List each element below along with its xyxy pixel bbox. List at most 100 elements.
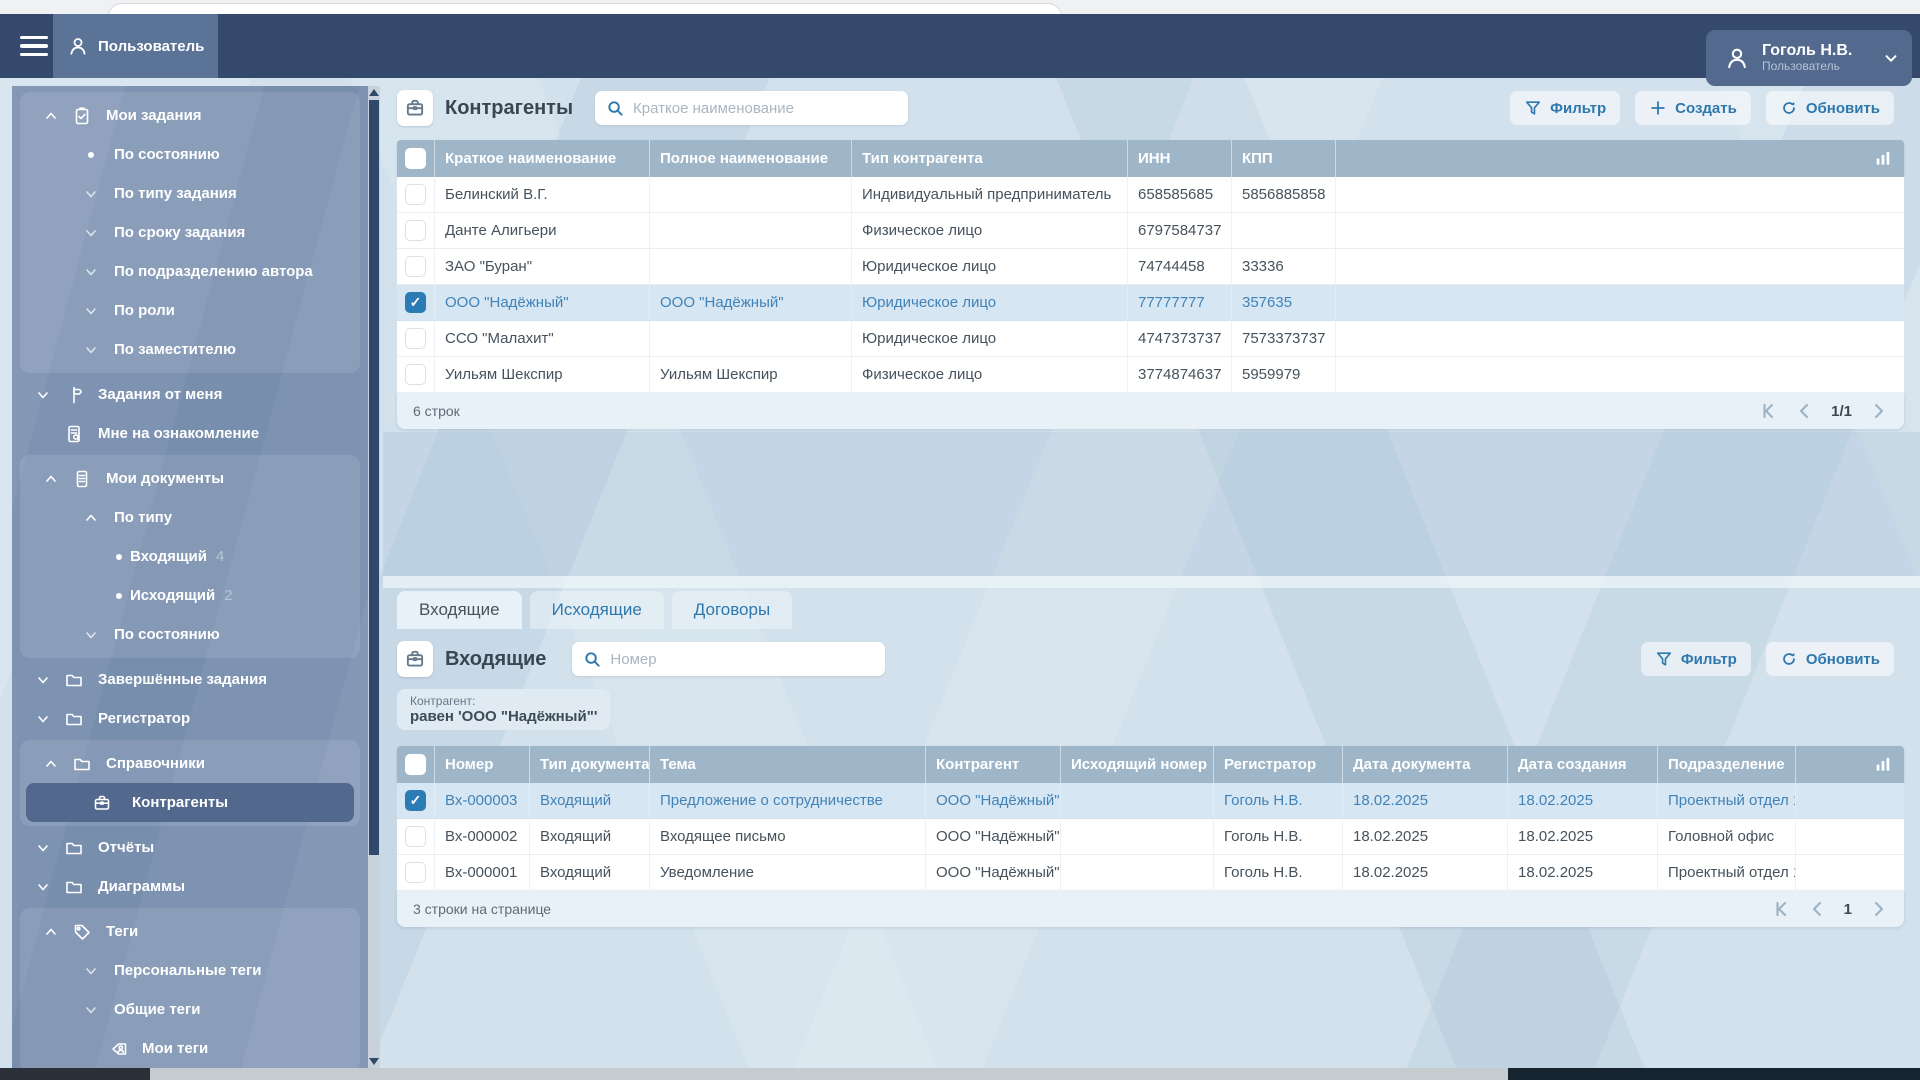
column-header[interactable]: Дата документа [1343, 746, 1508, 783]
filter-chip[interactable]: Контрагент: равен 'ООО "Надёжный"' [397, 689, 611, 730]
hamburger-menu-icon[interactable] [20, 31, 52, 61]
sidebar-item-docs-by-state[interactable]: По состоянию [20, 615, 360, 654]
sidebar-item-reports[interactable]: Отчёты [12, 828, 368, 867]
sidebar-item-by-task-type[interactable]: По типу задания [20, 174, 360, 213]
row-checkbox[interactable] [405, 256, 426, 277]
section-title: Входящие [445, 647, 547, 670]
chevron-down-icon [86, 307, 96, 314]
column-header[interactable]: Тип контрагента [852, 140, 1128, 177]
sidebar-item-by-state[interactable]: По состоянию [20, 135, 360, 174]
sidebar-item-for-my-review[interactable]: Мне на ознакомление [12, 414, 368, 453]
table-row[interactable]: Вх-000002 Входящий Входящее письмо ООО "… [397, 819, 1904, 855]
row-checkbox[interactable] [405, 328, 426, 349]
folder-icon [66, 674, 82, 686]
column-header[interactable]: Исходящий номер [1061, 746, 1214, 783]
columns-settings-icon[interactable] [1874, 756, 1892, 773]
sidebar-item-by-author-division[interactable]: По подразделению автора [20, 252, 360, 291]
tab-incoming[interactable]: Входящие [397, 591, 522, 629]
user-menu[interactable]: Гоголь Н.В. Пользователь [1706, 30, 1912, 86]
table-row[interactable]: Уильям Шекспир Уильям Шекспир Физическое… [397, 357, 1904, 393]
sidebar-item-my-documents[interactable]: Мои документы [20, 459, 360, 498]
chevron-down-icon [86, 190, 96, 197]
table-row-selected[interactable]: ООО "Надёжный" ООО "Надёжный" Юридическо… [397, 285, 1904, 321]
column-header[interactable]: Тема [650, 746, 926, 783]
select-all-checkbox[interactable] [405, 148, 426, 169]
sidebar-item-incoming-type[interactable]: Входящий 4 [20, 537, 360, 576]
filter-button[interactable]: Фильтр [1510, 91, 1621, 125]
row-checkbox[interactable] [405, 862, 426, 883]
table-row[interactable]: ССО "Малахит" Юридическое лицо 474737373… [397, 321, 1904, 357]
column-header[interactable]: ИНН [1128, 140, 1232, 177]
table-row[interactable]: ЗАО "Буран" Юридическое лицо 74744458 33… [397, 249, 1904, 285]
column-header[interactable]: КПП [1232, 140, 1336, 177]
sidebar-item-directories[interactable]: Справочники [20, 744, 360, 783]
page-first-button[interactable] [1772, 899, 1792, 919]
sidebar-item-finished-tasks[interactable]: Завершённые задания [12, 660, 368, 699]
person-icon [70, 38, 86, 55]
search-input[interactable] [572, 642, 886, 676]
page-prev-button[interactable] [1795, 401, 1815, 421]
column-header[interactable]: Регистратор [1214, 746, 1343, 783]
chevron-down-icon [38, 883, 48, 890]
sidebar-item-contragents[interactable]: Контрагенты [26, 783, 354, 822]
column-header[interactable]: Тип документа [530, 746, 650, 783]
sidebar-item-tasks-from-me[interactable]: Задания от меня [12, 375, 368, 414]
scroll-down-icon[interactable] [369, 1058, 379, 1065]
sidebar-item-my-tasks[interactable]: Мои задания [20, 96, 360, 135]
clipboard-icon [75, 106, 89, 124]
page-next-button[interactable] [1868, 899, 1888, 919]
columns-settings-icon[interactable] [1874, 150, 1892, 167]
sidebar-item-registrar[interactable]: Регистратор [12, 699, 368, 738]
sidebar-scrollbar[interactable] [368, 86, 380, 1068]
refresh-button[interactable]: Обновить [1765, 642, 1894, 676]
row-checkbox[interactable] [405, 826, 426, 847]
select-all-checkbox[interactable] [405, 754, 426, 775]
sidebar-item-by-type[interactable]: По типу [20, 498, 360, 537]
sidebar-item-my-tags[interactable]: Мои теги [20, 1029, 360, 1068]
tab-outgoing[interactable]: Исходящие [529, 591, 664, 629]
column-header[interactable]: Подразделение [1658, 746, 1796, 783]
chevron-down-icon [86, 268, 96, 275]
scrollbar-thumb[interactable] [369, 100, 379, 855]
refresh-button[interactable]: Обновить [1765, 91, 1894, 125]
sidebar-item-shared-tags[interactable]: Общие теги [20, 990, 360, 1029]
table-row[interactable]: Вх-000001 Входящий Уведомление ООО "Надё… [397, 855, 1904, 891]
row-checkbox[interactable] [405, 184, 426, 205]
row-checkbox-checked[interactable] [405, 790, 426, 811]
column-header[interactable]: Полное наименование [650, 140, 852, 177]
sidebar-item-by-role[interactable]: По роли [20, 291, 360, 330]
row-checkbox[interactable] [405, 364, 426, 385]
filter-button[interactable]: Фильтр [1640, 642, 1751, 676]
chevron-down-icon [38, 391, 48, 398]
document-review-icon [68, 425, 80, 442]
table-row[interactable]: Данте Алигьери Физическое лицо 679758473… [397, 213, 1904, 249]
column-header[interactable]: Контрагент [926, 746, 1061, 783]
page-first-button[interactable] [1759, 401, 1779, 421]
sidebar-item-by-task-due[interactable]: По сроку задания [20, 213, 360, 252]
column-header[interactable]: Дата создания [1508, 746, 1658, 783]
table-footer: 6 строк 1/1 [397, 393, 1904, 429]
page-next-button[interactable] [1868, 401, 1888, 421]
signpost-icon [73, 386, 83, 403]
chevron-down-icon [86, 346, 96, 353]
column-header[interactable]: Номер [435, 746, 530, 783]
funnel-icon [1656, 652, 1671, 666]
page-prev-button[interactable] [1808, 899, 1828, 919]
row-checkbox[interactable] [405, 220, 426, 241]
row-checkbox-checked[interactable] [405, 292, 426, 313]
table-row[interactable]: Белинский В.Г. Индивидуальный предприним… [397, 177, 1904, 213]
search-input[interactable] [595, 91, 909, 125]
table-row-selected[interactable]: Вх-000003 Входящий Предложение о сотрудн… [397, 783, 1904, 819]
chevron-down-icon [1885, 55, 1897, 62]
create-button[interactable]: Создать [1635, 91, 1751, 125]
taskbar-right [1508, 1068, 1920, 1080]
sidebar-item-tags[interactable]: Теги [20, 912, 360, 951]
sidebar-item-outgoing-type[interactable]: Исходящий 2 [20, 576, 360, 615]
module-tab-user[interactable]: Пользователь [53, 14, 218, 78]
scroll-up-icon[interactable] [369, 89, 379, 96]
sidebar-item-personal-tags[interactable]: Персональные теги [20, 951, 360, 990]
sidebar-item-by-deputy[interactable]: По заместителю [20, 330, 360, 369]
column-header[interactable]: Краткое наименование [435, 140, 650, 177]
tab-contracts[interactable]: Договоры [671, 591, 793, 629]
sidebar-item-diagrams[interactable]: Диаграммы [12, 867, 368, 906]
